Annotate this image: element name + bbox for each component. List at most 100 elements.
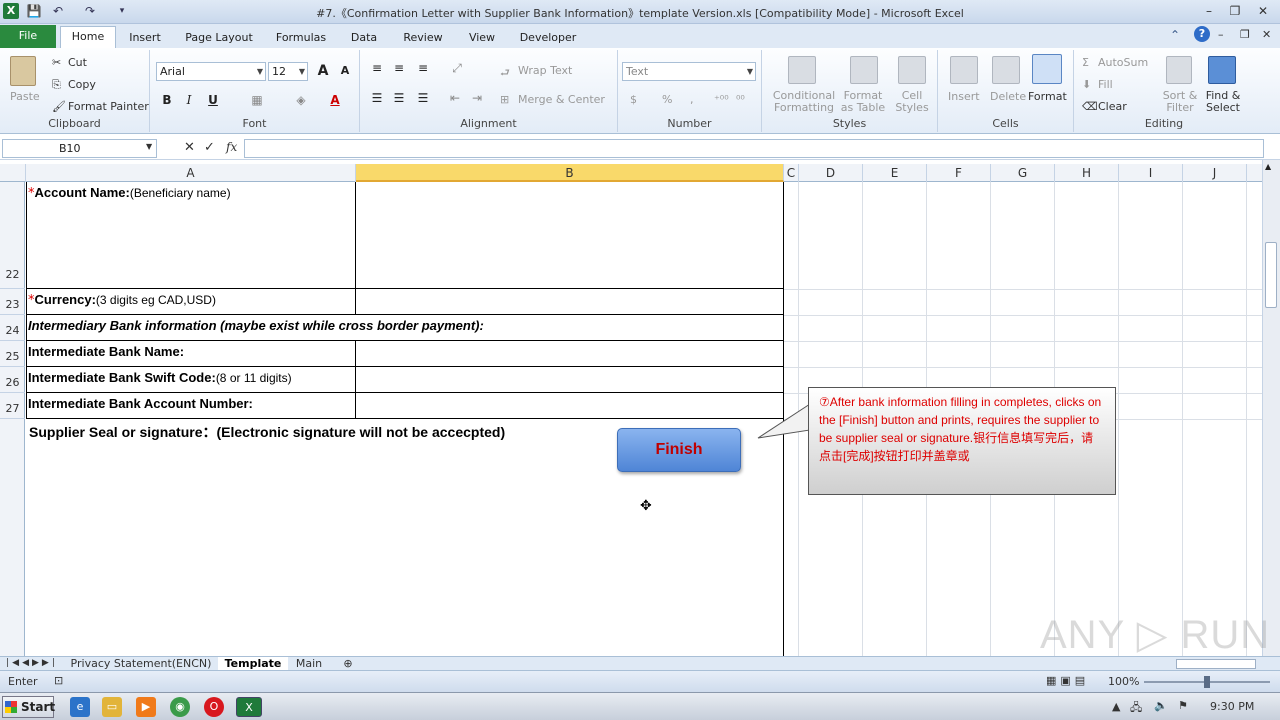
row-header-25[interactable]: 25 bbox=[0, 341, 25, 367]
row-header-27[interactable]: 27 bbox=[0, 393, 25, 419]
decrease-indent-icon[interactable]: ⇤ bbox=[444, 88, 466, 108]
cancel-entry-button[interactable]: ✕ bbox=[184, 140, 195, 155]
decrease-decimal-icon[interactable]: ⁰⁰ bbox=[736, 93, 745, 106]
underline-button[interactable]: U bbox=[202, 90, 224, 110]
row-header-23[interactable]: 23 bbox=[0, 289, 25, 315]
select-all-corner[interactable] bbox=[0, 164, 26, 182]
tab-page-layout[interactable]: Page Layout bbox=[180, 28, 258, 48]
finish-button[interactable]: Finish bbox=[617, 428, 741, 472]
tray-volume-icon[interactable]: 🔈 bbox=[1154, 699, 1168, 712]
conditional-formatting-button[interactable]: Conditional Formatting bbox=[768, 90, 840, 114]
align-left-icon[interactable]: ☰ bbox=[366, 88, 388, 108]
find-select-icon[interactable] bbox=[1208, 56, 1236, 84]
help-icon[interactable]: ? bbox=[1194, 26, 1210, 42]
sort-filter-button[interactable]: Sort & Filter bbox=[1160, 90, 1200, 114]
borders-icon[interactable]: ▦ bbox=[246, 90, 268, 110]
workbook-minimize-icon[interactable]: – bbox=[1218, 28, 1224, 41]
increase-decimal-icon[interactable]: ⁺⁰⁰ bbox=[714, 93, 729, 106]
zoom-slider-thumb[interactable] bbox=[1204, 676, 1210, 688]
tab-data[interactable]: Data bbox=[344, 28, 384, 48]
font-color-icon[interactable]: A bbox=[324, 90, 346, 110]
tray-expand-icon[interactable]: ▲ bbox=[1112, 700, 1120, 713]
autosum-button[interactable]: AutoSum bbox=[1098, 56, 1148, 69]
media-player-icon[interactable]: ▶ bbox=[136, 697, 156, 717]
cell-styles-icon[interactable] bbox=[898, 56, 926, 84]
delete-cells-button[interactable]: Delete bbox=[990, 90, 1026, 103]
sheet-tab-template[interactable]: Template bbox=[218, 657, 288, 671]
number-format-select[interactable]: Text ▼ bbox=[622, 62, 756, 81]
tab-view[interactable]: View bbox=[462, 28, 502, 48]
tab-formulas[interactable]: Formulas bbox=[270, 28, 332, 48]
paste-button[interactable]: Paste bbox=[10, 90, 40, 103]
fill-button[interactable]: Fill bbox=[1098, 78, 1113, 91]
cell-b26[interactable] bbox=[355, 366, 784, 393]
row-header-28[interactable] bbox=[0, 419, 25, 656]
delete-cells-icon[interactable] bbox=[992, 56, 1020, 84]
tab-review[interactable]: Review bbox=[396, 28, 450, 48]
increase-indent-icon[interactable]: ⇥ bbox=[466, 88, 488, 108]
grow-font-button[interactable]: A bbox=[312, 61, 334, 81]
horizontal-scrollbar[interactable] bbox=[1176, 659, 1256, 669]
column-header-d[interactable]: D bbox=[799, 164, 863, 182]
cell-styles-button[interactable]: Cell Styles bbox=[892, 90, 932, 114]
tab-insert[interactable]: Insert bbox=[122, 28, 168, 48]
view-buttons[interactable]: ▦▣▤ bbox=[1046, 674, 1089, 687]
cell-b27[interactable] bbox=[355, 392, 784, 419]
copy-icon[interactable]: ⎘ bbox=[52, 78, 61, 92]
cell-b22[interactable] bbox=[355, 182, 784, 289]
format-as-table-icon[interactable] bbox=[850, 56, 878, 84]
bold-button[interactable]: B bbox=[156, 90, 178, 110]
scroll-thumb[interactable] bbox=[1265, 242, 1277, 308]
internet-explorer-icon[interactable]: e bbox=[70, 697, 90, 717]
format-painter-button[interactable]: Format Painter bbox=[68, 100, 149, 113]
copy-button[interactable]: Copy bbox=[68, 78, 96, 91]
insert-function-button[interactable]: fx bbox=[226, 140, 237, 154]
format-as-table-button[interactable]: Format as Table bbox=[838, 90, 888, 114]
sheet-nav-icon[interactable]: |◀◀▶▶| bbox=[4, 657, 60, 671]
column-header-b[interactable]: B bbox=[356, 164, 784, 182]
formula-input[interactable] bbox=[244, 139, 1264, 158]
column-header-a[interactable]: A bbox=[26, 164, 356, 182]
format-cells-icon[interactable] bbox=[1032, 54, 1062, 84]
workbook-restore-icon[interactable]: ❐ bbox=[1240, 28, 1250, 41]
row-header-22[interactable]: 22 bbox=[0, 182, 25, 289]
sheet-tab-main[interactable]: Main bbox=[290, 657, 328, 671]
cell-b23[interactable] bbox=[355, 288, 784, 315]
cut-button[interactable]: Cut bbox=[68, 56, 87, 69]
folder-icon[interactable]: ▭ bbox=[102, 697, 122, 717]
close-button[interactable]: ✕ bbox=[1250, 2, 1276, 20]
opera-icon[interactable]: O bbox=[204, 697, 224, 717]
italic-button[interactable]: I bbox=[178, 90, 200, 110]
align-middle-icon[interactable]: ≡ bbox=[388, 58, 410, 78]
find-select-button[interactable]: Find & Select bbox=[1202, 90, 1244, 114]
align-center-icon[interactable]: ☰ bbox=[388, 88, 410, 108]
font-size-select[interactable]: 12 ▼ bbox=[268, 62, 308, 81]
currency-button[interactable]: $ bbox=[630, 93, 637, 106]
tab-home[interactable]: Home bbox=[60, 26, 116, 48]
excel-taskbar-icon[interactable]: X bbox=[236, 697, 262, 717]
tab-file[interactable]: File bbox=[0, 25, 56, 48]
insert-cells-button[interactable]: Insert bbox=[948, 90, 980, 103]
minimize-ribbon-icon[interactable]: ⌃ bbox=[1170, 28, 1180, 42]
align-right-icon[interactable]: ☰ bbox=[412, 88, 434, 108]
clear-button[interactable]: Clear bbox=[1098, 100, 1127, 113]
column-header-g[interactable]: G bbox=[991, 164, 1055, 182]
wrap-text-button[interactable]: Wrap Text bbox=[518, 64, 572, 77]
column-header-e[interactable]: E bbox=[863, 164, 927, 182]
column-header-h[interactable]: H bbox=[1055, 164, 1119, 182]
conditional-formatting-icon[interactable] bbox=[788, 56, 816, 84]
fill-color-icon[interactable]: ◈ bbox=[290, 90, 312, 110]
tray-flag-icon[interactable]: ⚑ bbox=[1178, 699, 1188, 712]
sort-filter-icon[interactable] bbox=[1166, 56, 1192, 84]
column-header-i[interactable]: I bbox=[1119, 164, 1183, 182]
confirm-entry-button[interactable]: ✓ bbox=[204, 140, 215, 155]
workbook-close-icon[interactable]: ✕ bbox=[1262, 28, 1271, 41]
insert-cells-icon[interactable] bbox=[950, 56, 978, 84]
comma-button[interactable]: , bbox=[690, 93, 694, 106]
name-box[interactable]: B10 bbox=[2, 139, 157, 158]
maximize-button[interactable]: ❐ bbox=[1222, 2, 1248, 20]
percent-button[interactable]: % bbox=[662, 93, 672, 106]
sheet-tab-privacy[interactable]: Privacy Statement(ENCN) bbox=[68, 657, 214, 671]
zoom-level[interactable]: 100% bbox=[1108, 675, 1139, 688]
vertical-scrollbar[interactable]: ▲ bbox=[1262, 160, 1280, 656]
